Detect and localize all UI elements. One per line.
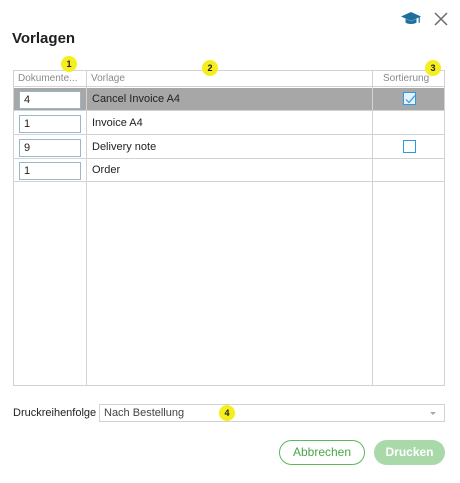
annotation-badge-1: 1: [61, 56, 77, 72]
template-name: Delivery note: [92, 141, 157, 153]
quantity-input[interactable]: 1: [19, 162, 81, 180]
chevron-down-icon: [430, 412, 436, 415]
template-name: Invoice A4: [92, 117, 143, 129]
sort-checkbox[interactable]: [403, 140, 416, 153]
dialog-title: Vorlagen: [12, 30, 76, 47]
close-icon[interactable]: [430, 8, 452, 30]
window-controls: [400, 8, 452, 30]
print-order-label: Druckreihenfolge: [13, 407, 97, 419]
annotation-badge-3: 3: [425, 60, 441, 76]
column-header-template[interactable]: Vorlage: [87, 71, 372, 87]
templates-table: Dokumente... Vorlage Sortierung 4 Cancel…: [13, 70, 445, 386]
quantity-input[interactable]: 9: [19, 139, 81, 157]
table-row[interactable]: 9 Delivery note: [14, 136, 444, 159]
table-header: Dokumente... Vorlage Sortierung: [14, 71, 444, 87]
table-row[interactable]: 4 Cancel Invoice A4: [14, 88, 444, 111]
print-order-value: Nach Bestellung: [104, 407, 185, 419]
graduation-cap-icon[interactable]: [400, 8, 422, 30]
column-divider: [86, 71, 87, 385]
cancel-button[interactable]: Abbrechen: [279, 440, 365, 465]
template-name: Cancel Invoice A4: [92, 93, 181, 105]
column-header-documents[interactable]: Dokumente...: [14, 71, 86, 87]
quantity-input[interactable]: 1: [19, 115, 81, 133]
annotation-badge-4: 4: [219, 405, 235, 421]
sort-checkbox[interactable]: [403, 92, 416, 105]
table-row[interactable]: 1 Invoice A4: [14, 112, 444, 135]
print-order-select[interactable]: Nach Bestellung: [99, 404, 445, 422]
column-divider: [372, 71, 373, 385]
quantity-input[interactable]: 4: [19, 91, 81, 109]
table-row[interactable]: 1 Order: [14, 159, 444, 182]
template-name: Order: [92, 164, 121, 176]
annotation-badge-2: 2: [202, 60, 218, 76]
checkmark-icon: [405, 95, 416, 104]
print-button[interactable]: Drucken: [374, 440, 445, 465]
